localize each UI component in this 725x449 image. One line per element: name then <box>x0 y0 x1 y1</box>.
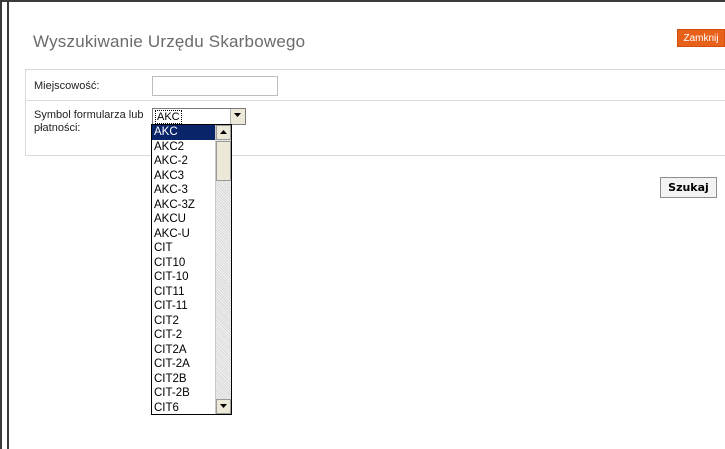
scroll-down-icon[interactable] <box>216 399 231 414</box>
search-form: Miejscowość: Symbol formularza lub płatn… <box>25 69 725 156</box>
city-input[interactable] <box>152 76 278 96</box>
symbol-label: Symbol formularza lub płatności: <box>34 109 144 134</box>
scroll-thumb[interactable] <box>216 141 231 181</box>
scroll-up-icon[interactable] <box>216 125 231 140</box>
dialog-title: Wyszukiwanie Urzędu Skarbowego <box>33 32 306 51</box>
search-button[interactable]: Szukaj <box>660 177 717 198</box>
row-divider <box>26 100 725 101</box>
city-label: Miejscowość: <box>34 80 100 92</box>
dropdown-scrollbar[interactable] <box>215 125 231 414</box>
symbol-dropdown-list[interactable]: AKC AKC2 AKC-2 AKC3 AKC-3 AKC-3Z AKCU AKC-U CIT C… <box>151 124 232 415</box>
chevron-down-icon[interactable] <box>230 109 245 124</box>
symbol-select-value: AKC <box>155 110 182 124</box>
symbol-select[interactable]: AKC <box>152 108 246 125</box>
close-button[interactable]: Zamknij <box>677 29 725 47</box>
search-dialog: Wyszukiwanie Urzędu Skarbowego Zamknij M… <box>9 2 725 449</box>
window-left-border <box>0 0 2 449</box>
